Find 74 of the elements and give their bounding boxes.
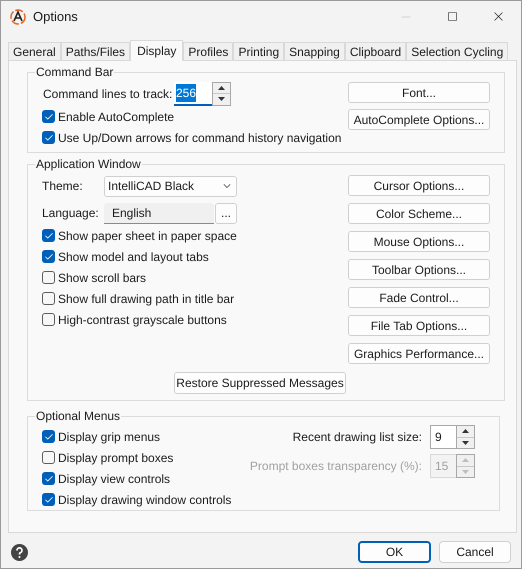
tab[interactable]: Printing [233,42,284,60]
checkbox-label: Display prompt boxes [58,450,174,466]
checkbox[interactable] [42,292,55,305]
tab[interactable]: Selection Cycling [406,42,508,60]
checkbox[interactable] [42,472,55,485]
checkbox-label: Display drawing window controls [58,492,232,508]
spin-buttons[interactable] [456,425,475,449]
checkbox-label: Display grip menus [58,428,160,446]
checkbox[interactable] [42,250,55,263]
dialog-button[interactable]: Restore Suppressed Messages [174,372,346,394]
dialog-button[interactable]: File Tab Options... [348,315,490,336]
checkbox[interactable] [42,131,55,144]
checkbox-label: Show model and layout tabs [58,248,209,266]
checkbox-label: Display view controls [58,470,170,488]
dialog-button[interactable]: Fade Control... [348,287,490,308]
field-label: Prompt boxes transparency (%): [250,458,422,475]
number-field: 15 [430,454,456,478]
dialog-button[interactable]: Cursor Options... [348,175,490,196]
number-field[interactable]: 256 [174,82,212,106]
theme-dropdown[interactable]: IntelliCAD Black [104,176,237,196]
up-arrow-icon [462,458,469,462]
field-label: Language: [42,205,100,222]
group-title: Application Window [35,156,142,173]
down-arrow-icon [218,97,225,102]
field-label: Recent drawing list size: [292,429,422,446]
tab[interactable]: Profiles [183,42,234,60]
app-logo-icon [10,8,26,24]
checkbox-label: Use Up/Down arrows for command history navigation [58,130,342,146]
checkbox[interactable] [42,313,55,326]
dialog-button[interactable]: ... [215,202,237,224]
checkbox[interactable] [42,271,55,284]
tab[interactable]: General [8,42,61,60]
check-icon [44,112,54,122]
up-arrow-icon [462,429,469,434]
number-field[interactable]: 9 [430,425,456,449]
field-label: Theme: [42,178,84,195]
check-icon [44,230,54,240]
window-title: Options [33,8,78,26]
dialog-button[interactable]: Graphics Performance... [348,343,490,364]
dialog-button[interactable]: Cancel [439,541,511,563]
tab[interactable]: Snapping [284,42,345,60]
language-field: English [104,202,214,224]
dialog-button[interactable]: OK [358,541,431,563]
check-icon [44,432,54,442]
checkbox-label: Enable AutoComplete [58,108,174,126]
checkbox[interactable] [42,451,55,464]
check-icon [44,252,54,262]
up-arrow-icon [218,86,225,90]
checkbox-label: Show scroll bars [58,270,146,286]
dialog-button[interactable]: Toolbar Options... [348,259,490,280]
tab[interactable]: Paths/Files [60,42,130,60]
dialog-button[interactable]: AutoComplete Options... [348,109,490,130]
group-title: Command Bar [35,64,114,81]
tab[interactable]: Display [130,40,184,61]
spin-buttons[interactable] [212,82,231,106]
check-icon [44,494,54,504]
checkbox-label: Show paper sheet in paper space [58,228,237,244]
help-icon[interactable] [11,544,28,560]
field-label: Command lines to track: [43,86,174,102]
checkbox[interactable] [42,110,55,123]
checkbox[interactable] [42,430,55,443]
tab[interactable]: Clipboard [344,42,406,60]
checkbox[interactable] [42,229,55,242]
down-arrow-icon [462,440,469,445]
down-arrow-icon [462,470,469,474]
dialog-button[interactable]: Color Scheme... [348,203,490,224]
dialog-button[interactable]: Font... [348,82,490,103]
check-icon [44,132,54,142]
group-title: Optional Menus [35,408,122,425]
checkbox-label: Show full drawing path in title bar [58,290,234,308]
checkbox[interactable] [42,493,55,506]
dialog-button[interactable]: Mouse Options... [348,231,490,252]
check-icon [44,474,54,484]
checkbox-label: High-contrast grayscale buttons [58,312,227,328]
